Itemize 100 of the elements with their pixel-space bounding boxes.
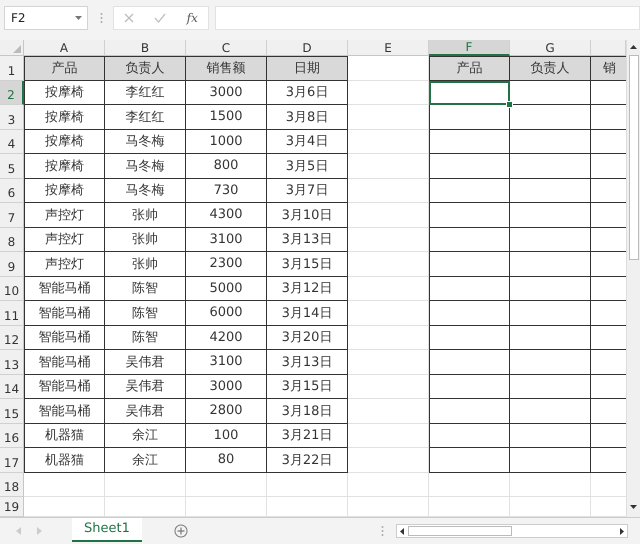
table-cell[interactable]: 3月18日: [267, 399, 348, 424]
table-cell[interactable]: 智能马桶: [24, 350, 105, 374]
table-cell[interactable]: [429, 350, 510, 374]
header-cell[interactable]: 销售额: [186, 56, 267, 80]
row-header[interactable]: 5: [0, 154, 24, 178]
active-cell[interactable]: [429, 80, 510, 105]
table-cell[interactable]: [510, 203, 591, 228]
table-cell[interactable]: 余江: [105, 448, 186, 472]
table-cell[interactable]: 3月15日: [267, 374, 348, 399]
add-sheet-icon[interactable]: [174, 524, 188, 538]
header-cell[interactable]: 负责人: [510, 56, 591, 80]
table-cell[interactable]: 智能马桶: [24, 326, 105, 350]
row-header[interactable]: 13: [0, 350, 24, 374]
table-cell[interactable]: 智能马桶: [24, 374, 105, 399]
table-cell[interactable]: [510, 130, 591, 154]
scroll-up-icon[interactable]: [630, 45, 637, 49]
vertical-scrollbar[interactable]: [626, 40, 640, 517]
table-cell[interactable]: 机器猫: [24, 448, 105, 472]
table-cell[interactable]: [510, 80, 591, 105]
header-cell[interactable]: 产品: [24, 56, 105, 80]
table-cell[interactable]: 3000: [186, 374, 267, 399]
table-cell[interactable]: 2300: [186, 252, 267, 276]
table-cell[interactable]: [510, 350, 591, 374]
table-cell[interactable]: 3月6日: [267, 80, 348, 105]
table-cell[interactable]: 800: [186, 154, 267, 178]
table-cell[interactable]: [510, 448, 591, 472]
table-cell[interactable]: [429, 252, 510, 276]
column-header[interactable]: F: [429, 40, 510, 56]
table-cell[interactable]: 吴伟君: [105, 350, 186, 374]
table-cell[interactable]: 按摩椅: [24, 105, 105, 130]
table-cell[interactable]: 3月8日: [267, 105, 348, 130]
header-cell[interactable]: 日期: [267, 56, 348, 80]
table-cell[interactable]: 吴伟君: [105, 374, 186, 399]
table-cell[interactable]: [429, 203, 510, 228]
table-cell[interactable]: 按摩椅: [24, 130, 105, 154]
table-cell[interactable]: [429, 301, 510, 326]
table-cell[interactable]: 按摩椅: [24, 178, 105, 203]
table-cell[interactable]: 3月22日: [267, 448, 348, 472]
row-header[interactable]: 12: [0, 326, 24, 350]
table-cell[interactable]: [429, 178, 510, 203]
column-header[interactable]: G: [510, 40, 591, 56]
row-header[interactable]: 16: [0, 424, 24, 448]
table-cell[interactable]: [510, 399, 591, 424]
row-header[interactable]: 17: [0, 448, 24, 472]
table-cell[interactable]: [429, 424, 510, 448]
row-header[interactable]: 3: [0, 105, 24, 130]
table-cell[interactable]: [429, 105, 510, 130]
column-header[interactable]: C: [186, 40, 267, 56]
check-icon[interactable]: [154, 13, 166, 23]
table-cell[interactable]: 3月5日: [267, 154, 348, 178]
table-cell[interactable]: [510, 424, 591, 448]
table-cell[interactable]: 3月15日: [267, 252, 348, 276]
scroll-thumb[interactable]: [408, 526, 512, 536]
horizontal-scrollbar[interactable]: [396, 524, 628, 538]
table-cell[interactable]: 5000: [186, 276, 267, 301]
table-cell[interactable]: 马冬梅: [105, 154, 186, 178]
table-cell[interactable]: 马冬梅: [105, 130, 186, 154]
header-cell[interactable]: 产品: [429, 56, 510, 80]
table-cell[interactable]: 声控灯: [24, 252, 105, 276]
table-cell[interactable]: [429, 228, 510, 252]
table-cell[interactable]: 3月7日: [267, 178, 348, 203]
table-cell[interactable]: 智能马桶: [24, 276, 105, 301]
table-cell[interactable]: [429, 326, 510, 350]
table-cell[interactable]: 声控灯: [24, 228, 105, 252]
scroll-right-icon[interactable]: [620, 528, 624, 534]
table-cell[interactable]: [429, 448, 510, 472]
table-cell[interactable]: [510, 154, 591, 178]
table-cell[interactable]: [510, 301, 591, 326]
table-cell[interactable]: 3月21日: [267, 424, 348, 448]
table-cell[interactable]: [510, 252, 591, 276]
table-cell[interactable]: 6000: [186, 301, 267, 326]
header-cell[interactable]: 销: [591, 56, 626, 80]
table-cell[interactable]: 按摩椅: [24, 80, 105, 105]
header-cell[interactable]: 负责人: [105, 56, 186, 80]
table-cell[interactable]: [510, 178, 591, 203]
row-header[interactable]: 18: [0, 472, 24, 497]
table-cell[interactable]: 3100: [186, 350, 267, 374]
table-cell[interactable]: 3月13日: [267, 228, 348, 252]
table-cell[interactable]: 马冬梅: [105, 178, 186, 203]
row-header[interactable]: 15: [0, 399, 24, 424]
insert-function-button[interactable]: fx: [186, 11, 198, 25]
table-cell[interactable]: [429, 276, 510, 301]
formula-input[interactable]: [215, 6, 640, 30]
table-cell[interactable]: 1000: [186, 130, 267, 154]
table-cell[interactable]: 陈智: [105, 326, 186, 350]
table-cell[interactable]: 李红红: [105, 105, 186, 130]
column-header[interactable]: A: [24, 40, 105, 56]
table-cell[interactable]: 张帅: [105, 228, 186, 252]
row-header[interactable]: 4: [0, 130, 24, 154]
table-cell[interactable]: 4200: [186, 326, 267, 350]
table-cell[interactable]: 智能马桶: [24, 399, 105, 424]
row-header[interactable]: 7: [0, 203, 24, 228]
table-cell[interactable]: 730: [186, 178, 267, 203]
row-header[interactable]: 11: [0, 301, 24, 326]
table-cell[interactable]: 陈智: [105, 301, 186, 326]
table-cell[interactable]: 2800: [186, 399, 267, 424]
column-header[interactable]: D: [267, 40, 348, 56]
table-cell[interactable]: 张帅: [105, 252, 186, 276]
table-cell[interactable]: 3000: [186, 80, 267, 105]
table-cell[interactable]: 张帅: [105, 203, 186, 228]
